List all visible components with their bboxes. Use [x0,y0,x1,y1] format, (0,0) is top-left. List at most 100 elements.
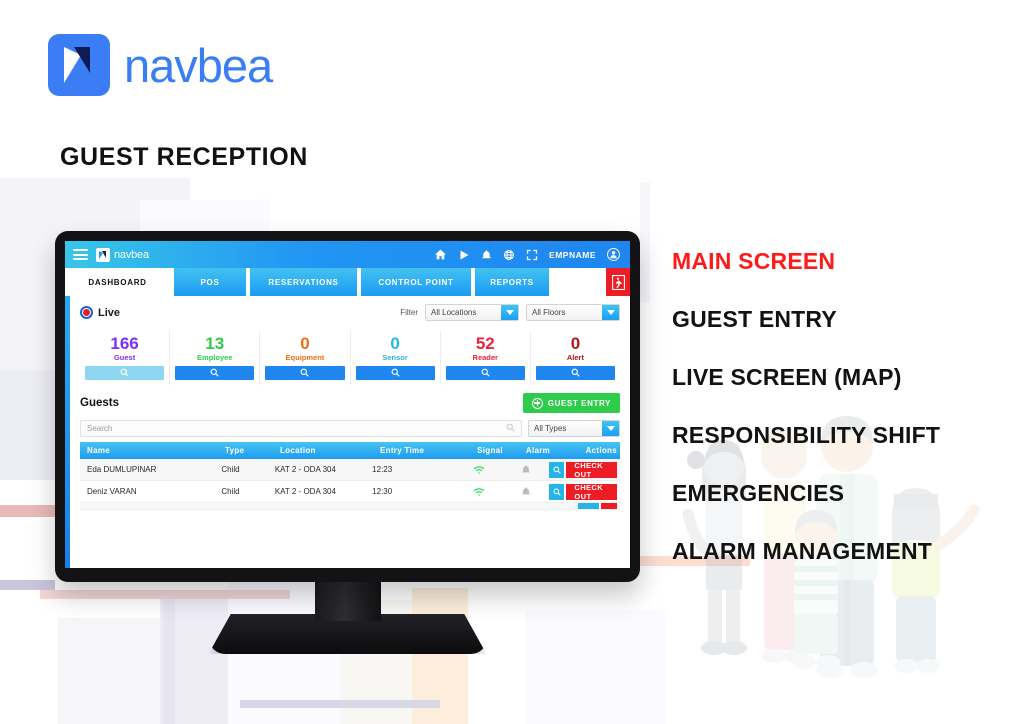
row-actions: CHECK OUT [549,461,620,479]
bg-shape [525,610,665,724]
stat-label: Equipment [285,352,325,362]
page-title: GUEST RECEPTION [60,143,308,171]
bg-shape [40,590,290,599]
floor-filter-select[interactable]: All Floors [526,304,620,321]
check-out-button[interactable] [601,503,617,509]
chevron-down-icon [602,420,619,436]
bg-shape [0,580,55,590]
stat-search-button[interactable] [355,365,435,380]
stat-search-button[interactable] [445,365,525,380]
logo-dark-triangle [74,47,90,73]
guest-type: Child [221,487,240,496]
app-body: Live Filter All Locations All Floors 166… [65,296,630,568]
row-actions: CHECK OUT [549,483,620,501]
stat-value: 0 [390,334,400,354]
search-icon [210,368,219,378]
table-header-row: Name Type Location Entry Time Signal Ala… [80,442,620,459]
tab-dashboard[interactable]: DASHBOARD [65,268,170,296]
play-icon[interactable] [458,249,470,261]
row-search-button[interactable] [578,503,599,509]
user-avatar-icon[interactable] [607,248,620,261]
search-icon [300,368,310,378]
stat-card-sensor: 0 Sensor [351,331,441,385]
bg-shape [0,505,60,517]
stat-search-button[interactable] [535,365,616,380]
column-header-name: Name [87,446,110,455]
navbea-arrow-logo-icon [48,34,110,96]
emergency-exit-icon [611,274,625,290]
hamburger-icon[interactable] [73,249,88,260]
feature-item-responsibility-shift: RESPONSIBILITY SHIFT [672,421,941,448]
tab-reports[interactable]: REPORTS [475,268,549,296]
bg-shape [640,182,650,302]
globe-icon[interactable] [503,249,515,261]
row-search-button[interactable] [549,461,565,478]
column-header-location: Location [280,446,316,455]
employee-name: EMPNAME [549,249,596,260]
floor-filter-value: All Floors [532,308,566,317]
monitor-bezel: navbea EMPNAME DASHBOARD POS RESERVATION… [55,231,640,582]
fullscreen-icon[interactable] [526,249,538,261]
feature-item-guest-entry: GUEST ENTRY [672,305,837,332]
check-out-button[interactable]: CHECK OUT [566,461,617,479]
home-icon[interactable] [434,248,447,261]
bell-icon [503,464,550,475]
check-out-button[interactable]: CHECK OUT [566,483,617,501]
table-row[interactable]: Deniz VARAN Child KAT 2 - ODA 304 12:30 [80,481,620,503]
column-header-signal: Signal [477,446,503,455]
tab-reservations[interactable]: RESERVATIONS [250,268,357,296]
stat-label: Guest [113,352,136,362]
navbea-arrow-logo-icon [96,247,110,262]
table-row[interactable] [80,503,620,510]
app-logo[interactable]: navbea [96,247,149,262]
search-row: Search All Types [80,418,620,438]
tab-pos[interactable]: POS [174,268,246,296]
guest-entry-time: 12:30 [372,487,393,496]
search-icon [506,419,515,437]
topbar-actions: EMPNAME [434,248,620,261]
guest-entry-label: GUEST ENTRY [547,398,611,408]
brand-logo: navbea [48,34,273,96]
bg-shape [240,700,440,708]
bell-icon[interactable] [481,249,492,261]
guest-location: KAT 2 - ODA 304 [274,487,336,496]
feature-item-live-screen: LIVE SCREEN (MAP) [672,363,902,390]
app-logo-text: navbea [114,248,149,261]
stat-search-button[interactable] [265,365,345,380]
stats-row: 166 Guest 13 Employee 0 Equipment 0 Sens… [80,331,620,385]
stat-value: 166 [110,334,139,354]
bg-shape [0,370,60,480]
type-filter-select[interactable]: All Types [528,419,620,437]
emergency-exit-button[interactable] [606,268,630,296]
stat-card-reader: 52 Reader [441,331,531,385]
monitor-mockup: navbea EMPNAME DASHBOARD POS RESERVATION… [55,231,640,654]
stat-search-button[interactable] [175,365,255,380]
feature-item-emergencies: EMERGENCIES [672,479,845,506]
stat-value: 13 [205,334,225,354]
live-indicator-icon [80,306,93,319]
app-top-bar: navbea EMPNAME [65,241,630,268]
feature-list: MAIN SCREEN GUEST ENTRY LIVE SCREEN (MAP… [672,232,940,580]
column-header-actions: Actions [585,446,617,455]
bell-icon [503,486,550,497]
guests-section-title: Guests [80,397,119,409]
live-label: Live [98,306,121,319]
guest-name: Deniz VARAN [87,487,137,496]
table-row[interactable]: Eda DUMLUPINAR Child KAT 2 - ODA 304 12:… [80,459,620,481]
live-filter-row: Live Filter All Locations All Floors [80,296,620,329]
location-filter-select[interactable]: All Locations [425,304,519,321]
guests-header-row: Guests GUEST ENTRY [80,388,620,418]
main-tabs: DASHBOARD POS RESERVATIONS CONTROL POINT… [65,268,630,296]
stat-label: Alert [566,352,584,362]
tab-control-point[interactable]: CONTROL POINT [361,268,471,296]
stat-card-guest: 166 Guest [80,331,171,385]
stat-value: 0 [300,334,310,354]
guest-type: Child [221,465,240,474]
search-icon [571,368,580,378]
search-icon [391,368,400,378]
stat-search-button[interactable] [85,365,165,380]
chevron-down-icon [602,305,619,320]
row-search-button[interactable] [549,483,565,500]
guest-entry-button[interactable]: GUEST ENTRY [522,393,620,413]
search-input[interactable]: Search [80,419,522,437]
